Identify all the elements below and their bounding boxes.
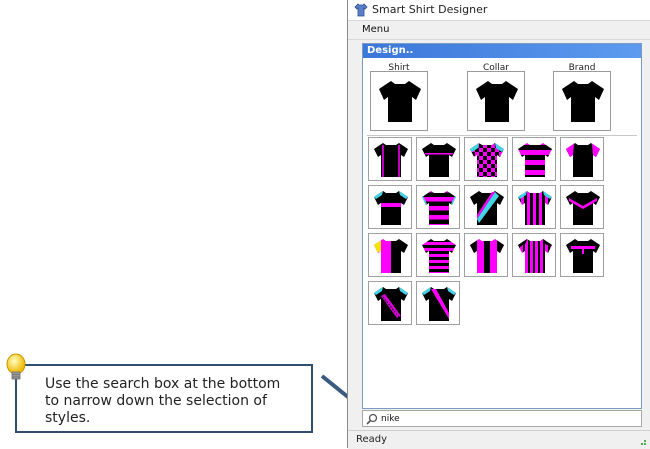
panel-header: Design.. <box>363 44 641 58</box>
shirt-style-pink-black-hoops-cyan-cuffs-icon <box>422 191 456 225</box>
style-tile[interactable] <box>368 185 412 229</box>
style-tile[interactable] <box>560 233 604 277</box>
style-tile[interactable] <box>416 137 460 181</box>
style-grid <box>368 137 634 337</box>
black-shirt-icon <box>476 81 518 122</box>
lightbulb-icon <box>6 353 26 380</box>
shirt-style-black-pink-sash-icon <box>422 287 456 321</box>
search-input[interactable] <box>381 412 621 425</box>
style-tile[interactable] <box>416 185 460 229</box>
shirt-style-pink-black-thin-hoops-icon <box>422 239 456 273</box>
style-tile[interactable] <box>512 137 556 181</box>
shirt-style-pink-black-pinstripes-icon <box>518 239 552 273</box>
app-window: Smart Shirt Designer Menu Design.. Shirt… <box>347 0 650 449</box>
style-tile[interactable] <box>560 185 604 229</box>
menu-bar: Menu <box>348 21 650 40</box>
shirt-slot[interactable] <box>370 71 428 131</box>
design-panel: Design.. Shirt Collar Brand <box>362 43 642 409</box>
black-shirt-icon <box>562 81 604 122</box>
menu-item-menu[interactable]: Menu <box>362 24 389 35</box>
shirt-style-black-chest-stripe-icon <box>422 143 456 177</box>
status-text: Ready <box>356 434 388 445</box>
style-tile[interactable] <box>416 233 460 277</box>
style-tile[interactable] <box>464 137 508 181</box>
shirt-style-pink-black-vertical-stripes-icon <box>518 191 552 225</box>
shirt-style-black-cyan-band-icon <box>374 191 408 225</box>
shirt-style-black-pink-piping-icon <box>374 143 408 177</box>
title-bar: Smart Shirt Designer <box>348 0 650 21</box>
search-bar <box>362 410 642 427</box>
window-title: Smart Shirt Designer <box>372 3 488 16</box>
app-shirt-icon <box>354 3 368 17</box>
black-shirt-icon <box>379 81 421 122</box>
style-tile[interactable] <box>416 281 460 325</box>
shirt-style-yellow-black-half-icon <box>374 239 408 273</box>
brand-slot[interactable] <box>553 71 611 131</box>
style-tile[interactable] <box>368 137 412 181</box>
shirt-style-black-pink-dotted-sash-icon <box>374 287 408 321</box>
status-bar: Ready <box>348 430 650 449</box>
shirt-style-black-pink-sleeves-icon <box>566 143 600 177</box>
shirt-style-pink-black-center-stripe-icon <box>470 239 504 273</box>
style-tile[interactable] <box>368 233 412 277</box>
panel-divider <box>367 135 637 136</box>
shirt-style-pink-black-checkered-icon <box>470 143 504 177</box>
tip-callout: Use the search box at the bottom to narr… <box>15 364 313 433</box>
style-tile[interactable] <box>464 185 508 229</box>
shirt-style-black-pink-yoke-icon <box>566 239 600 273</box>
collar-slot[interactable] <box>467 71 525 131</box>
resize-grip-icon[interactable] <box>637 436 647 446</box>
shirt-style-black-cyan-sash-icon <box>470 191 504 225</box>
style-tile[interactable] <box>512 185 556 229</box>
tip-text: Use the search box at the bottom to narr… <box>45 376 281 426</box>
search-icon[interactable] <box>366 413 378 425</box>
style-tile[interactable] <box>560 137 604 181</box>
style-tile[interactable] <box>368 281 412 325</box>
shirt-style-black-pink-chevron-icon <box>566 191 600 225</box>
style-tile[interactable] <box>512 233 556 277</box>
shirt-style-pink-black-hoops-icon <box>518 143 552 177</box>
style-tile[interactable] <box>464 233 508 277</box>
